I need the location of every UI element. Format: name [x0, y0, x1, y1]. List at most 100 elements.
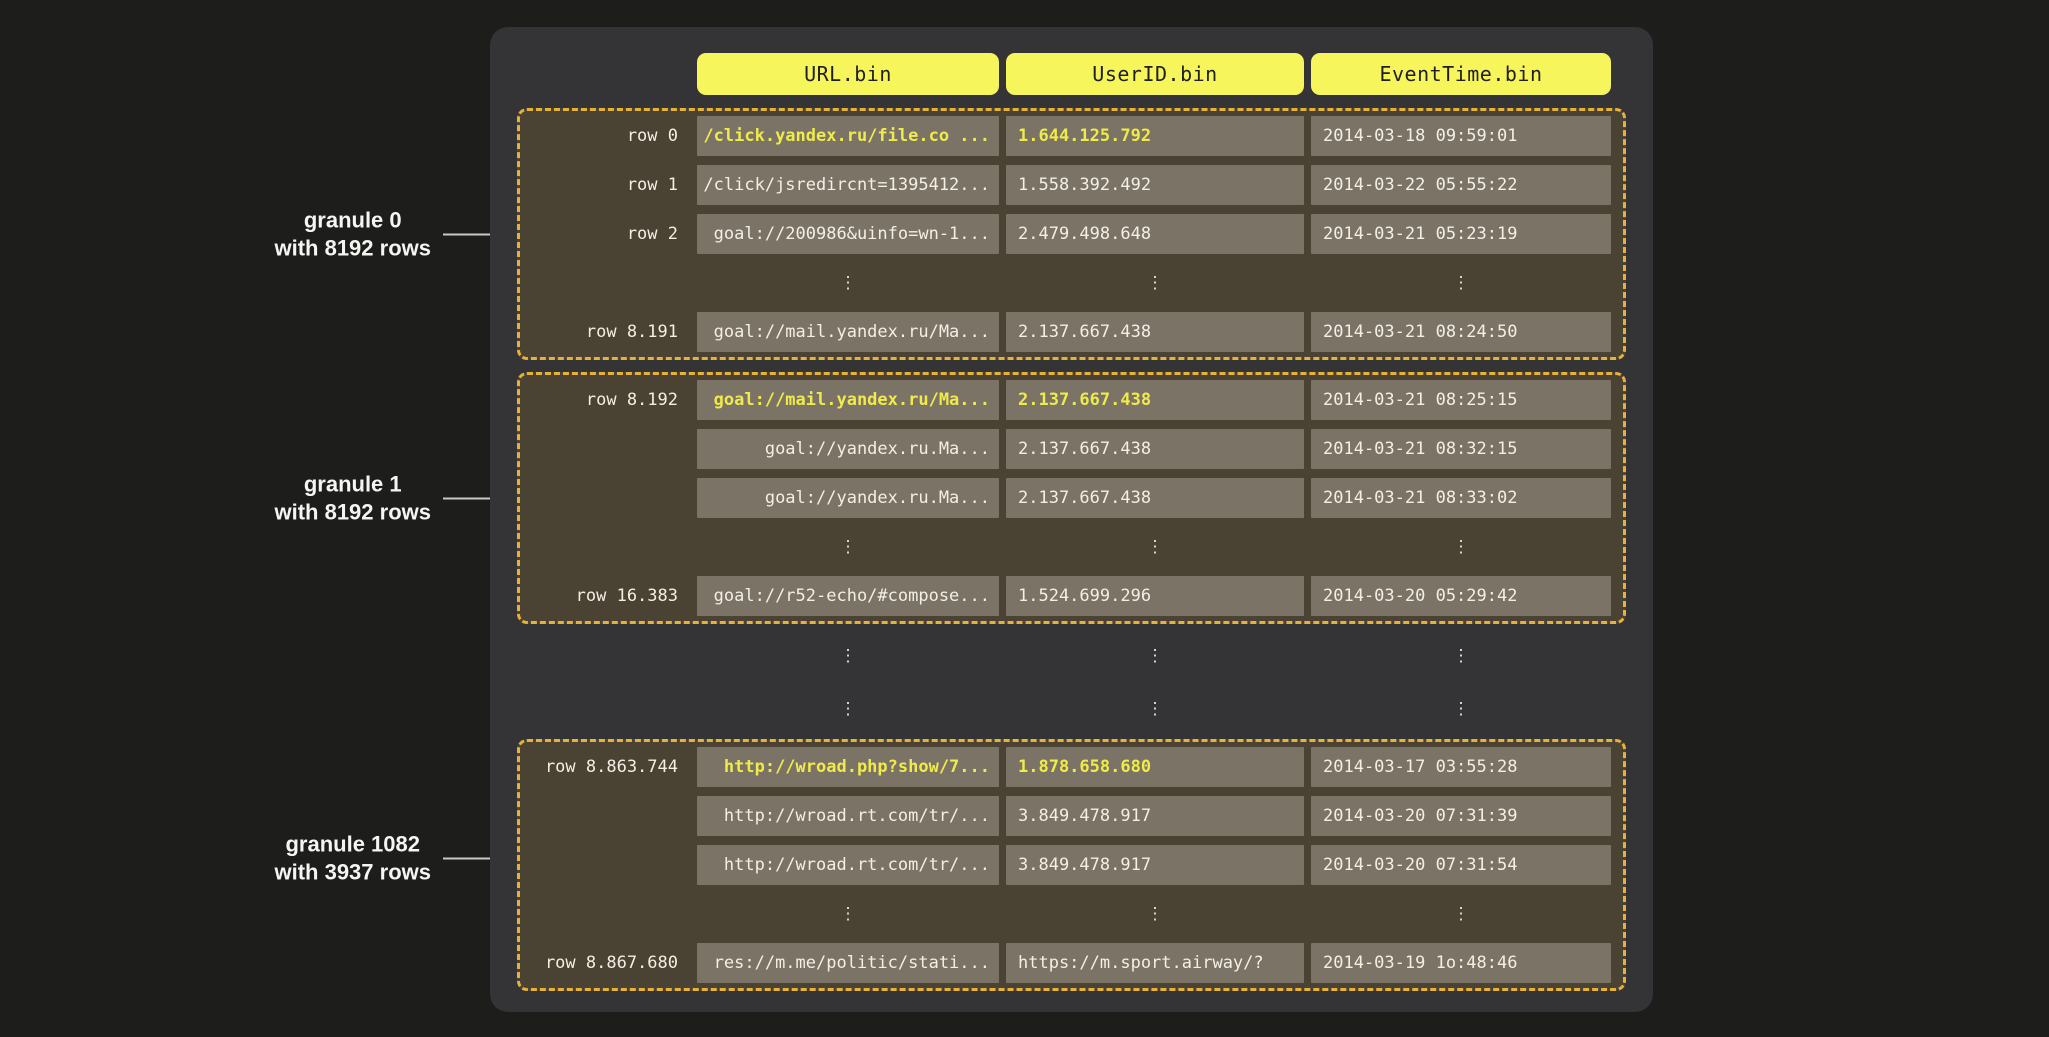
cell-url: goal://yandex.ru.Ma...	[697, 478, 999, 518]
vertical-ellipsis-icon: ⋮	[697, 263, 999, 303]
table-row: row 8.192 goal://mail.yandex.ru/Ma... 2.…	[520, 380, 1613, 420]
column-headers: URL.bin UserID.bin EventTime.bin	[520, 53, 1623, 95]
row-label	[520, 845, 690, 885]
table-row: row 8.867.680 res://m.me/politic/stati..…	[520, 943, 1613, 983]
table-row: http://wroad.rt.com/tr/... 3.849.478.917…	[520, 796, 1613, 836]
table-row: row 2 goal://200986&uinfo=wn-1... 2.479.…	[520, 214, 1613, 254]
ellipsis-row: ⋮ ⋮ ⋮	[520, 263, 1613, 303]
row-label: row 8.191	[520, 312, 690, 352]
granule-1-box: row 8.192 goal://mail.yandex.ru/Ma... 2.…	[517, 372, 1626, 624]
granule-label-line1: granule 1082	[274, 831, 431, 859]
vertical-ellipsis-icon: ⋮	[697, 636, 999, 676]
vertical-ellipsis-icon: ⋮	[697, 894, 999, 934]
cell-eventtime: 2014-03-21 08:25:15	[1311, 380, 1611, 420]
column-header-userid: UserID.bin	[1006, 53, 1304, 95]
vertical-ellipsis-icon: ⋮	[1006, 527, 1304, 567]
row-label: row 8.863.744	[520, 747, 690, 787]
ellipsis-row: ⋮ ⋮ ⋮	[520, 636, 1616, 676]
cell-url: /click/jsredircnt=1395412...	[697, 165, 999, 205]
row-label	[520, 796, 690, 836]
column-header-url: URL.bin	[697, 53, 999, 95]
row-label: row 1	[520, 165, 690, 205]
cell-url: goal://200986&uinfo=wn-1...	[697, 214, 999, 254]
table-row: goal://yandex.ru.Ma... 2.137.667.438 201…	[520, 429, 1613, 469]
vertical-ellipsis-icon: ⋮	[1311, 894, 1611, 934]
table-row: row 8.191 goal://mail.yandex.ru/Ma... 2.…	[520, 312, 1613, 352]
cell-eventtime: 2014-03-20 05:29:42	[1311, 576, 1611, 616]
vertical-ellipsis-icon: ⋮	[1006, 263, 1304, 303]
vertical-ellipsis-icon: ⋮	[1311, 689, 1611, 729]
cell-userid: 1.524.699.296	[1006, 576, 1304, 616]
table-row: row 8.863.744 http://wroad.php?show/7...…	[520, 747, 1613, 787]
cell-eventtime: 2014-03-22 05:55:22	[1311, 165, 1611, 205]
cell-eventtime: 2014-03-20 07:31:54	[1311, 845, 1611, 885]
cell-url: res://m.me/politic/stati...	[697, 943, 999, 983]
row-label: row 8.192	[520, 380, 690, 420]
cell-url: /click.yandex.ru/file.co ...	[697, 116, 999, 156]
cell-eventtime: 2014-03-21 05:23:19	[1311, 214, 1611, 254]
table-row: http://wroad.rt.com/tr/... 3.849.478.917…	[520, 845, 1613, 885]
cell-userid: 1.644.125.792	[1006, 116, 1304, 156]
granule-label-line2: with 8192 rows	[274, 234, 431, 262]
granule-label-line1: granule 1	[274, 471, 431, 499]
cell-userid: 2.479.498.648	[1006, 214, 1304, 254]
table-row: row 1 /click/jsredircnt=1395412... 1.558…	[520, 165, 1613, 205]
table-row: row 16.383 goal://r52-echo/#compose... 1…	[520, 576, 1613, 616]
row-label	[520, 263, 690, 303]
vertical-ellipsis-icon: ⋮	[1311, 527, 1611, 567]
row-label	[520, 636, 690, 676]
granule-1082-box: row 8.863.744 http://wroad.php?show/7...…	[517, 739, 1626, 991]
cell-url: goal://mail.yandex.ru/Ma...	[697, 312, 999, 352]
vertical-ellipsis-icon: ⋮	[1311, 636, 1611, 676]
ellipsis-row: ⋮ ⋮ ⋮	[520, 527, 1613, 567]
ellipsis-row: ⋮ ⋮ ⋮	[520, 689, 1616, 729]
cell-userid: 1.558.392.492	[1006, 165, 1304, 205]
granule-1-label: granule 1 with 8192 rows	[274, 471, 431, 526]
cell-eventtime: 2014-03-19 1o:48:46	[1311, 943, 1611, 983]
skipped-granules-separator: ⋮ ⋮ ⋮ ⋮ ⋮ ⋮	[520, 636, 1616, 729]
table-panel: URL.bin UserID.bin EventTime.bin row 0 /…	[490, 27, 1653, 1012]
header-spacer	[520, 53, 690, 95]
ellipsis-row: ⋮ ⋮ ⋮	[520, 894, 1613, 934]
granule-1082-label: granule 1082 with 3937 rows	[274, 831, 431, 886]
cell-url: goal://mail.yandex.ru/Ma...	[697, 380, 999, 420]
row-label	[520, 527, 690, 567]
row-label	[520, 429, 690, 469]
cell-eventtime: 2014-03-21 08:24:50	[1311, 312, 1611, 352]
cell-userid: 2.137.667.438	[1006, 478, 1304, 518]
row-label: row 16.383	[520, 576, 690, 616]
row-label: row 2	[520, 214, 690, 254]
granule-0-pointer: granule 0 with 8192 rows	[274, 207, 509, 262]
table-row: goal://yandex.ru.Ma... 2.137.667.438 201…	[520, 478, 1613, 518]
row-label	[520, 689, 690, 729]
row-label	[520, 478, 690, 518]
granule-0-box: row 0 /click.yandex.ru/file.co ... 1.644…	[517, 108, 1626, 360]
cell-userid: https://m.sport.airway/?	[1006, 943, 1304, 983]
cell-userid: 1.878.658.680	[1006, 747, 1304, 787]
row-label: row 0	[520, 116, 690, 156]
cell-userid: 3.849.478.917	[1006, 845, 1304, 885]
granule-label-line1: granule 0	[274, 207, 431, 235]
granule-0-label: granule 0 with 8192 rows	[274, 207, 431, 262]
vertical-ellipsis-icon: ⋮	[697, 689, 999, 729]
granule-label-line2: with 8192 rows	[274, 498, 431, 526]
cell-url: http://wroad.rt.com/tr/...	[697, 845, 999, 885]
granule-1-pointer: granule 1 with 8192 rows	[274, 471, 509, 526]
row-label	[520, 894, 690, 934]
granule-label-line2: with 3937 rows	[274, 858, 431, 886]
cell-userid: 2.137.667.438	[1006, 380, 1304, 420]
table-row: row 0 /click.yandex.ru/file.co ... 1.644…	[520, 116, 1613, 156]
cell-userid: 2.137.667.438	[1006, 429, 1304, 469]
cell-eventtime: 2014-03-21 08:32:15	[1311, 429, 1611, 469]
column-header-eventtime: EventTime.bin	[1311, 53, 1611, 95]
vertical-ellipsis-icon: ⋮	[1006, 636, 1304, 676]
vertical-ellipsis-icon: ⋮	[1006, 689, 1304, 729]
cell-eventtime: 2014-03-21 08:33:02	[1311, 478, 1611, 518]
vertical-ellipsis-icon: ⋮	[1006, 894, 1304, 934]
cell-eventtime: 2014-03-17 03:55:28	[1311, 747, 1611, 787]
vertical-ellipsis-icon: ⋮	[697, 527, 999, 567]
cell-url: goal://r52-echo/#compose...	[697, 576, 999, 616]
cell-userid: 3.849.478.917	[1006, 796, 1304, 836]
vertical-ellipsis-icon: ⋮	[1311, 263, 1611, 303]
row-label: row 8.867.680	[520, 943, 690, 983]
